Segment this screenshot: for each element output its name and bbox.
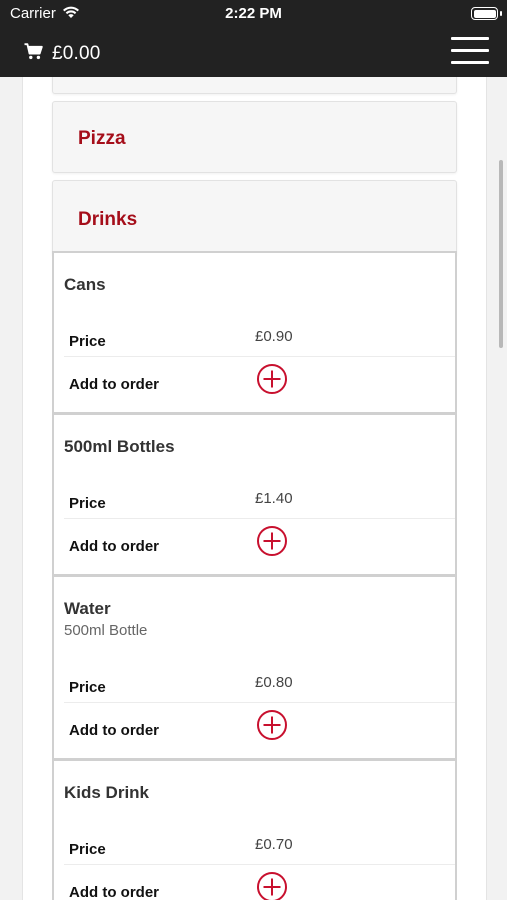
add-to-order-label: Add to order [69, 884, 159, 900]
item-name: Cans [64, 275, 106, 294]
item-name: Kids Drink [64, 783, 150, 802]
item-price: £1.40 [255, 490, 293, 507]
clock: 2:22 PM [225, 5, 282, 22]
cart-button[interactable]: £0.00 [24, 43, 101, 65]
item-price: £0.90 [255, 328, 293, 345]
add-to-order-button[interactable] [256, 525, 288, 557]
menu-item-card: Kids Drink Price £0.70 Add to order [52, 759, 457, 900]
status-bar: Carrier 2:22 PM [0, 0, 507, 28]
menu-item-card: Cans Price £0.90 Add to order [52, 251, 457, 414]
category-pizza[interactable]: Pizza [52, 101, 457, 173]
add-to-order-button[interactable] [256, 871, 288, 900]
item-price: £0.80 [255, 674, 293, 691]
price-label: Price [69, 679, 106, 696]
add-to-order-label: Add to order [69, 722, 159, 739]
category-title: Pizza [78, 128, 126, 149]
plus-circle-icon [257, 526, 287, 556]
previous-category-panel[interactable] [52, 77, 457, 94]
scrollbar[interactable] [499, 160, 503, 348]
battery-nub [500, 11, 502, 16]
price-label: Price [69, 333, 106, 350]
item-name: 500ml Bottles [64, 437, 175, 456]
item-description: 500ml Bottle [64, 622, 148, 639]
item-name: Water [64, 599, 111, 618]
drinks-item-list: Cans Price £0.90 Add to order 500ml Bott… [52, 251, 457, 900]
item-price: £0.70 [255, 836, 293, 853]
add-to-order-label: Add to order [69, 538, 159, 555]
top-bar: Carrier 2:22 PM £0.00 [0, 0, 507, 77]
plus-circle-icon [257, 872, 287, 900]
row-divider [64, 356, 455, 357]
price-label: Price [69, 841, 106, 858]
menu-content: Pizza Drinks Cans Price £0.90 Add to ord… [22, 77, 487, 900]
add-to-order-button[interactable] [256, 709, 288, 741]
row-divider [64, 518, 455, 519]
menu-item-card: Water 500ml Bottle Price £0.80 Add to or… [52, 575, 457, 760]
menu-item-card: 500ml Bottles Price £1.40 Add to order [52, 413, 457, 576]
battery-icon [471, 7, 498, 20]
shopping-cart-icon [24, 43, 43, 65]
price-label: Price [69, 495, 106, 512]
row-divider [64, 864, 455, 865]
category-title: Drinks [78, 209, 138, 230]
add-to-order-button[interactable] [256, 363, 288, 395]
row-divider [64, 702, 455, 703]
add-to-order-label: Add to order [69, 376, 159, 393]
plus-circle-icon [257, 364, 287, 394]
category-drinks[interactable]: Drinks [52, 180, 457, 256]
plus-circle-icon [257, 710, 287, 740]
hamburger-menu-icon[interactable] [451, 37, 489, 65]
cart-total: £0.00 [52, 43, 101, 64]
